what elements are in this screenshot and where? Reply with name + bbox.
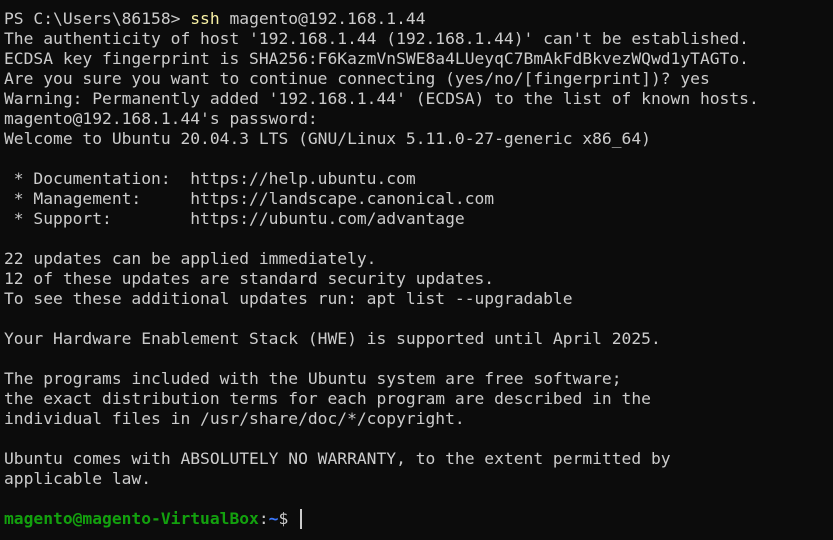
- text-cursor: [300, 509, 303, 529]
- output-line: 22 updates can be applied immediately.: [4, 249, 377, 268]
- command-name: ssh: [190, 9, 220, 28]
- prompt-user-host: magento@magento-VirtualBox: [4, 509, 259, 528]
- output-line: * Management: https://landscape.canonica…: [4, 189, 495, 208]
- output-line: 12 of these updates are standard securit…: [4, 269, 495, 288]
- output-line: The authenticity of host '192.168.1.44 (…: [4, 29, 749, 48]
- prompt-colon: :: [258, 509, 269, 528]
- terminal-window[interactable]: PS C:\Users\86158> ssh magento@192.168.1…: [0, 0, 833, 540]
- output-line: * Documentation: https://help.ubuntu.com: [4, 169, 416, 188]
- output-line: Ubuntu comes with ABSOLUTELY NO WARRANTY…: [4, 449, 671, 468]
- output-line: * Support: https://ubuntu.com/advantage: [4, 209, 465, 228]
- output-line: Your Hardware Enablement Stack (HWE) is …: [4, 329, 661, 348]
- output-line: Warning: Permanently added '192.168.1.44…: [4, 89, 759, 108]
- output-line: magento@192.168.1.44's password:: [4, 109, 318, 128]
- powershell-prompt: PS C:\Users\86158>: [4, 9, 191, 28]
- powershell-command-line: PS C:\Users\86158> ssh magento@192.168.1…: [4, 9, 833, 29]
- output-line: the exact distribution terms for each pr…: [4, 389, 651, 408]
- command-args: magento@192.168.1.44: [219, 9, 426, 28]
- prompt-path: ~: [268, 509, 279, 528]
- output-line: Are you sure you want to continue connec…: [4, 69, 710, 88]
- terminal-output: The authenticity of host '192.168.1.44 (…: [4, 29, 833, 509]
- output-line: The programs included with the Ubuntu sy…: [4, 369, 622, 388]
- output-line: ECDSA key fingerprint is SHA256:F6KazmVn…: [4, 49, 749, 68]
- output-line: individual files in /usr/share/doc/*/cop…: [4, 409, 465, 428]
- output-line: applicable law.: [4, 469, 152, 488]
- output-line: Welcome to Ubuntu 20.04.3 LTS (GNU/Linux…: [4, 129, 651, 148]
- output-line: To see these additional updates run: apt…: [4, 289, 573, 308]
- shell-prompt-line[interactable]: magento@magento-VirtualBox:~$: [4, 509, 833, 529]
- prompt-symbol: $: [278, 509, 299, 528]
